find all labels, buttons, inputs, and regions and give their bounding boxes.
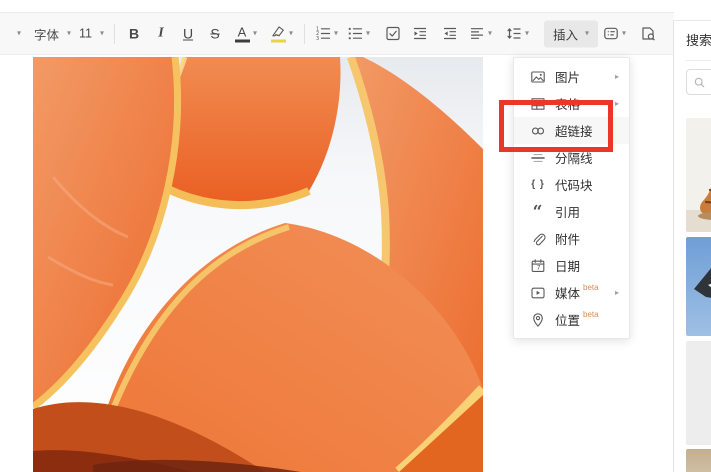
font-size-dropdown[interactable]: 11 ▾: [76, 20, 107, 47]
search-panel-title: 搜索: [686, 33, 711, 48]
menu-item-label: 附件: [555, 233, 581, 247]
location-pin-icon: [530, 312, 546, 328]
ordered-list-icon: 1 2 3: [316, 27, 331, 42]
chevron-down-icon: ▾: [334, 28, 339, 38]
format-toolbar: ▾ 字体 ▾ 11 ▾ B I U S A ▾ ▾ 1 2 3 ▾ ▾ ▾ ▾ …: [0, 12, 674, 55]
bullet-list-icon: [348, 27, 363, 40]
align-left-icon: [470, 28, 484, 39]
menu-item-table[interactable]: 表格 ▸: [514, 90, 629, 117]
beta-badge: beta: [583, 283, 599, 292]
code-block-icon: { }: [531, 179, 545, 190]
menu-item-label: 日期: [555, 260, 581, 274]
chevron-down-icon: ▾: [585, 28, 590, 38]
highlight-color-button[interactable]: ▾: [268, 20, 296, 47]
chevron-down-icon: ▾: [289, 28, 294, 38]
checkbox-icon: [386, 26, 400, 41]
search-input-box[interactable]: [686, 69, 711, 95]
search-icon: [694, 77, 705, 87]
menu-item-hyperlink[interactable]: 超链接: [514, 117, 629, 144]
menu-item-divider-line[interactable]: 分隔线: [514, 144, 629, 171]
indent-increase-icon: [413, 27, 427, 40]
template-button[interactable]: ▾: [600, 20, 629, 47]
align-button[interactable]: ▾: [466, 20, 495, 47]
insert-button[interactable]: 插入 ▾: [544, 20, 599, 47]
menu-item-label: 位置: [555, 314, 581, 328]
chevron-down-icon: ▾: [488, 28, 493, 38]
editor-window: ▾ 字体 ▾ 11 ▾ B I U S A ▾ ▾ 1 2 3 ▾ ▾ ▾ ▾ …: [0, 0, 711, 472]
checklist-button[interactable]: [382, 20, 404, 47]
template-icon: [604, 27, 618, 40]
svg-text:3: 3: [316, 36, 319, 42]
menu-item-attachment[interactable]: 附件: [514, 225, 629, 252]
menu-item-location[interactable]: 位置 beta: [514, 306, 629, 333]
menu-item-image[interactable]: 图片 ▸: [514, 63, 629, 90]
submenu-arrow-icon: ▸: [614, 99, 619, 108]
font-family-dropdown[interactable]: 字体 ▾: [31, 20, 74, 47]
font-color-letter: A: [237, 24, 247, 39]
chevron-down-icon: ▾: [622, 28, 627, 38]
panel-divider: [686, 60, 711, 61]
divider-line-icon: [530, 150, 546, 166]
beta-badge: beta: [583, 310, 599, 319]
menu-item-label: 表格: [555, 98, 581, 112]
find-replace-icon: [642, 27, 655, 41]
menu-item-media[interactable]: 媒体 beta ▸: [514, 279, 629, 306]
orange-flower-petals-photo[interactable]: [30, 55, 488, 472]
image-icon: [530, 69, 546, 85]
media-icon: [530, 285, 546, 301]
submenu-arrow-icon: ▸: [614, 288, 619, 297]
menu-item-label: 分隔线: [555, 152, 593, 166]
chevron-down-icon: ▾: [67, 28, 72, 38]
find-replace-button[interactable]: [637, 20, 659, 47]
search-input[interactable]: [706, 75, 711, 89]
strikethrough-button[interactable]: S: [204, 20, 226, 47]
indent-decrease-icon: [443, 27, 457, 40]
menu-item-code-block[interactable]: { } 代码块: [514, 171, 629, 198]
blank-photo-thumbnail[interactable]: [686, 341, 711, 445]
toolbar-divider: [304, 23, 305, 44]
italic-button[interactable]: I: [150, 20, 172, 47]
submenu-arrow-icon: ▸: [614, 72, 619, 81]
animal-photo-thumbnail[interactable]: [686, 118, 711, 232]
menu-item-label: 引用: [555, 206, 581, 220]
menu-item-label: 媒体: [555, 287, 581, 301]
image-search-panel: 搜索: [673, 20, 711, 472]
chevron-down-icon: ▾: [99, 28, 104, 38]
menu-item-quote[interactable]: “ 引用: [514, 198, 629, 225]
ordered-list-button[interactable]: 1 2 3 ▾: [312, 20, 341, 47]
highlighter-pen-icon: [272, 25, 284, 36]
bullet-list-button[interactable]: ▾: [344, 20, 373, 47]
indent-increase-button[interactable]: [409, 20, 431, 47]
font-family-label: 字体: [34, 28, 60, 42]
font-size-value: 11: [79, 26, 92, 41]
line-spacing-icon: [507, 28, 521, 39]
style-dropdown-button[interactable]: ▾: [14, 20, 24, 47]
underline-button[interactable]: U: [177, 20, 199, 47]
font-color-swatch: [234, 39, 250, 42]
menu-item-label: 代码块: [555, 179, 593, 193]
calendar-icon: 7: [530, 258, 546, 274]
insert-button-label: 插入: [553, 28, 579, 42]
chevron-down-icon: ▾: [525, 28, 530, 38]
bold-button[interactable]: B: [123, 20, 145, 47]
attachment-icon: [530, 231, 546, 247]
quote-icon: “: [532, 201, 544, 222]
menu-item-label: 超链接: [555, 125, 593, 139]
chevron-down-icon: ▾: [17, 28, 22, 38]
table-icon: [530, 96, 546, 112]
highlight-color-swatch: [271, 39, 286, 42]
chevron-down-icon: ▾: [366, 28, 371, 38]
sand-photo-thumbnail[interactable]: [686, 449, 711, 472]
menu-item-label: 图片: [555, 71, 581, 85]
indent-decrease-button[interactable]: [439, 20, 461, 47]
toolbar-divider: [114, 23, 115, 44]
bird-photo-thumbnail[interactable]: [686, 237, 711, 336]
chevron-down-icon: ▾: [253, 28, 258, 38]
menu-item-date[interactable]: 7 日期: [514, 252, 629, 279]
svg-text:7: 7: [537, 264, 541, 271]
font-color-button[interactable]: A ▾: [231, 20, 260, 47]
line-spacing-button[interactable]: ▾: [503, 20, 532, 47]
insert-dropdown-menu: 图片 ▸ 表格 ▸ 超链接 分隔线 {} 代码块 “ 引用 附件 7 日期 媒…: [513, 57, 630, 339]
hyperlink-icon: [530, 123, 546, 139]
